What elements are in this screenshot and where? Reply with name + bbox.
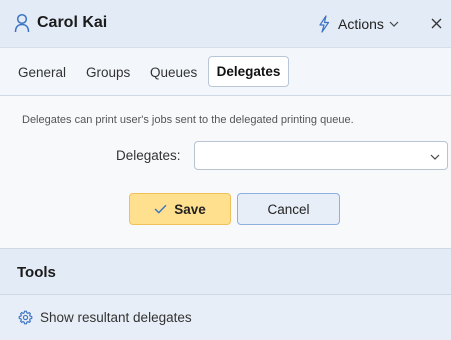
- user-icon: [14, 13, 30, 33]
- save-button[interactable]: Save: [129, 193, 231, 225]
- gear-icon: [18, 310, 33, 325]
- cancel-button[interactable]: Cancel: [237, 193, 340, 225]
- save-label: Save: [174, 201, 206, 217]
- tab-delegates[interactable]: Delegates: [208, 56, 289, 87]
- close-icon: [431, 18, 441, 28]
- delegates-content: Delegates can print user's jobs sent to …: [0, 96, 451, 248]
- panel-header: Carol Kai Actions: [0, 0, 451, 47]
- close-button[interactable]: [426, 13, 446, 33]
- tab-queues[interactable]: Queues: [150, 65, 197, 80]
- tools-section-header: Tools: [0, 248, 451, 295]
- lightning-bolt-icon: [319, 15, 330, 33]
- show-resultant-delegates-link[interactable]: Show resultant delegates: [0, 295, 451, 340]
- tab-bar: General Groups Queues Delegates: [0, 47, 451, 96]
- user-name-title: Carol Kai: [37, 14, 108, 31]
- tab-groups[interactable]: Groups: [86, 65, 130, 80]
- actions-menu-button[interactable]: Actions: [317, 13, 399, 35]
- user-details-panel: Carol Kai Actions General Groups Queues …: [0, 0, 451, 340]
- tool-link-label: Show resultant delegates: [40, 310, 192, 325]
- actions-label: Actions: [338, 16, 384, 32]
- chevron-down-icon: [389, 21, 399, 27]
- delegates-field-label: Delegates:: [116, 148, 181, 163]
- tools-title: Tools: [17, 264, 56, 281]
- checkmark-icon: [154, 204, 167, 214]
- delegates-select[interactable]: [194, 141, 448, 170]
- delegates-description: Delegates can print user's jobs sent to …: [22, 114, 354, 126]
- chevron-down-icon: [430, 154, 440, 160]
- tab-general[interactable]: General: [18, 65, 66, 80]
